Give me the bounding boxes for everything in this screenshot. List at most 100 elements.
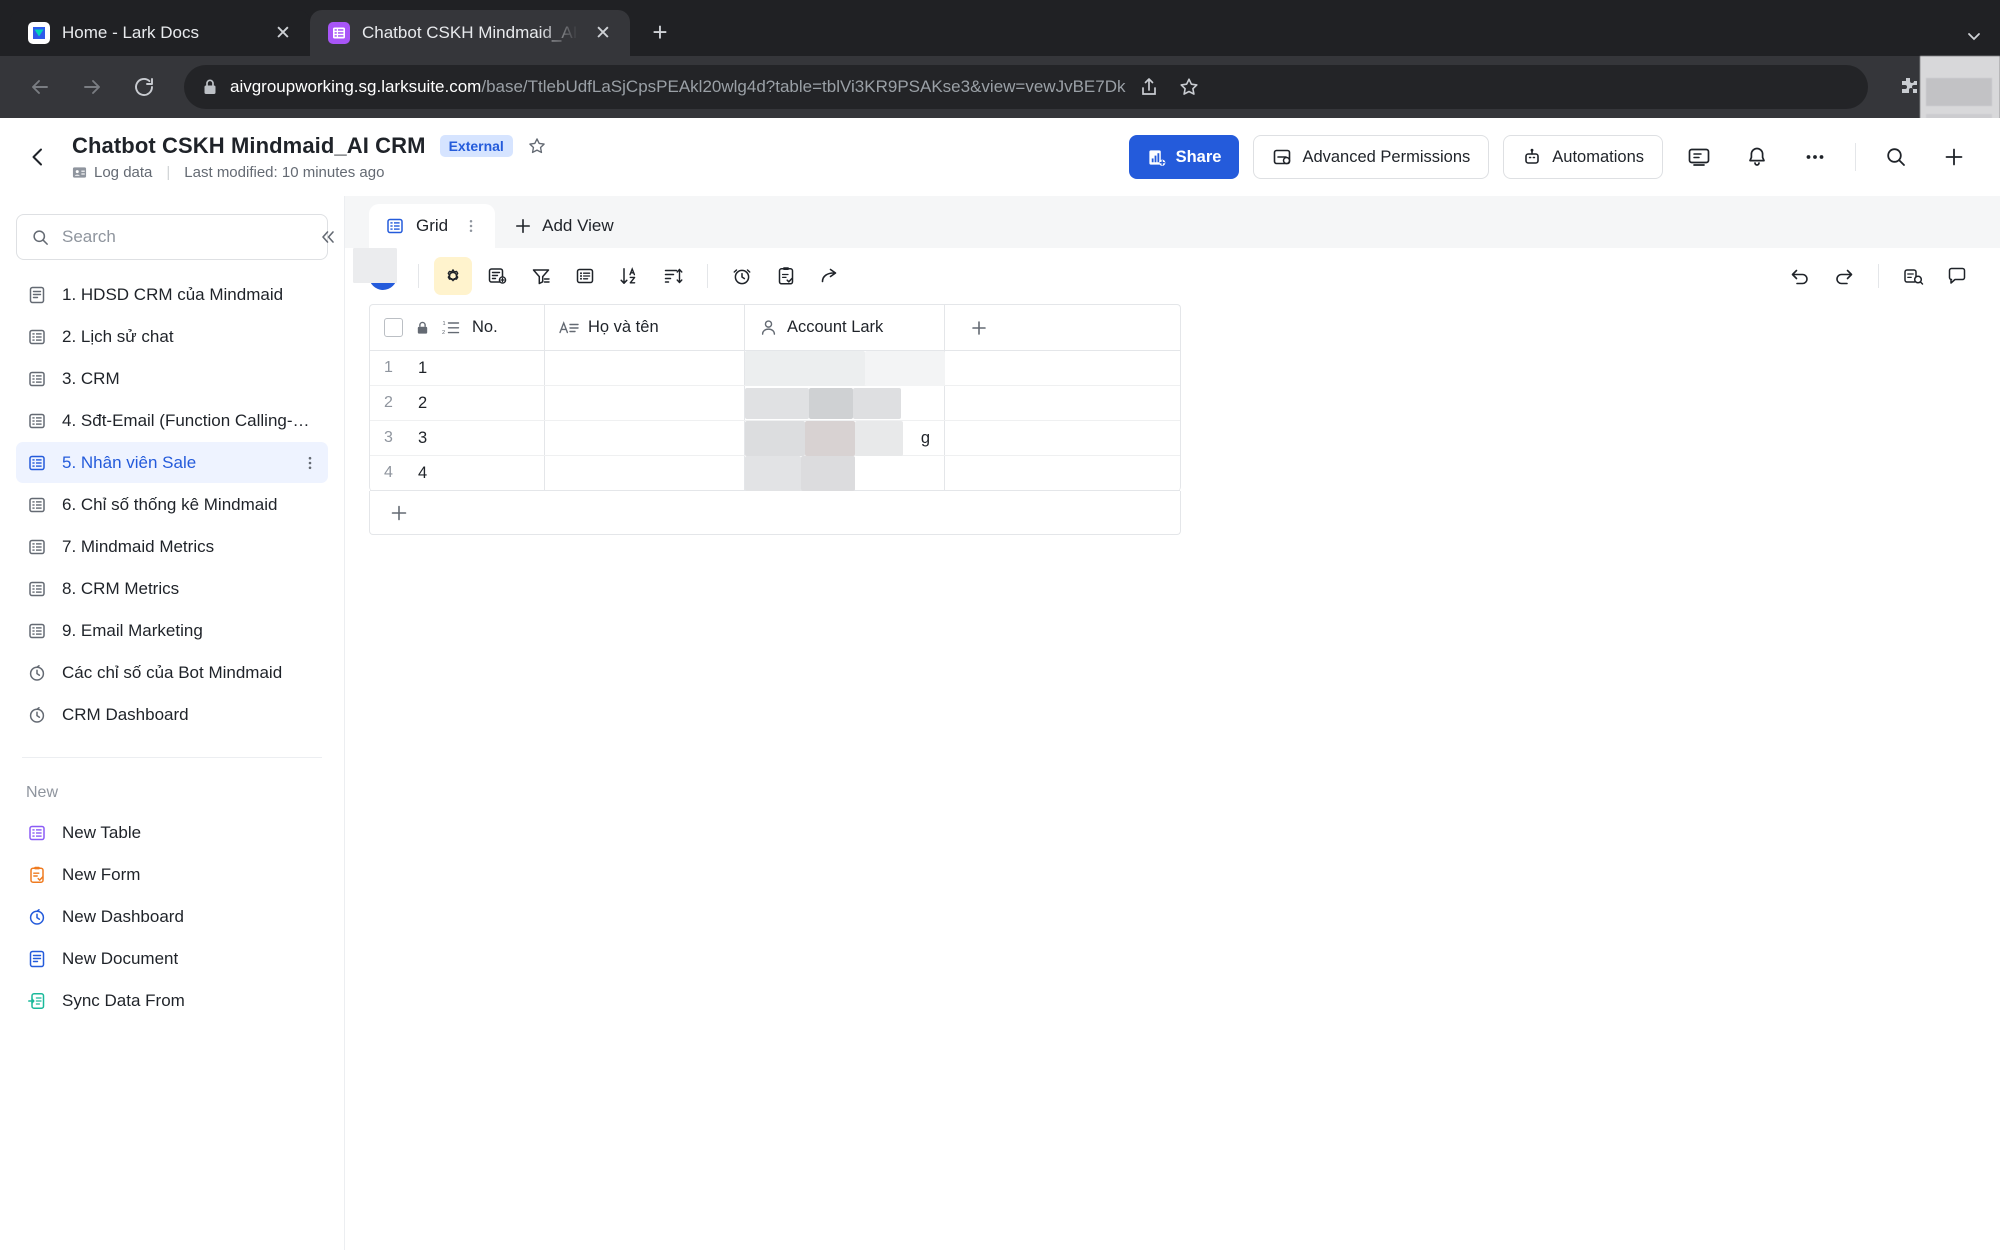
chevron-down-icon[interactable] (1964, 26, 1984, 46)
browser-tab-1-close-icon[interactable]: ✕ (270, 20, 296, 46)
tab-grid[interactable]: Grid (369, 204, 496, 248)
cell-account-lark[interactable] (745, 456, 945, 491)
sort-az-icon[interactable] (610, 257, 648, 295)
log-data-link[interactable]: Log data (72, 164, 152, 181)
row-index-cell[interactable]: 1 1 (370, 351, 545, 385)
select-all-checkbox[interactable] (384, 318, 403, 337)
reload-button[interactable] (122, 65, 166, 109)
sidebar-item-sdt-email[interactable]: 4. Sđt-Email (Function Calling-updati... (16, 400, 328, 441)
cell-ho-va-ten[interactable] (353, 248, 745, 490)
redo-icon[interactable] (1825, 257, 1863, 295)
row-height-icon[interactable] (566, 257, 604, 295)
form-clipboard-icon[interactable] (767, 257, 805, 295)
row-index-cell[interactable]: 4 4 (370, 456, 545, 490)
share-export-icon[interactable] (811, 257, 849, 295)
row-no-value: 4 (418, 463, 428, 482)
share-icon[interactable] (1138, 76, 1160, 98)
automations-button[interactable]: Automations (1503, 135, 1663, 179)
star-outline-icon[interactable] (527, 136, 547, 156)
filter-icon[interactable] (522, 257, 560, 295)
cell-ho-va-ten[interactable] (353, 248, 745, 455)
toolbar-separator (418, 264, 419, 288)
bookmark-star-icon[interactable] (1178, 76, 1200, 98)
cell-account-lark[interactable] (745, 386, 945, 420)
reminder-icon[interactable] (723, 257, 761, 295)
plus-icon[interactable] (1932, 135, 1976, 179)
sidebar-item-nhan-vien-sale[interactable]: 5. Nhân viên Sale (16, 442, 328, 483)
table-row[interactable]: 2 2 (353, 248, 1180, 421)
back-button[interactable] (18, 65, 62, 109)
sidebar-collapse-button[interactable] (311, 220, 345, 254)
advanced-permissions-button[interactable]: Advanced Permissions (1253, 135, 1490, 179)
browser-tab-2[interactable]: Chatbot CSKH Mindmaid_AI CRM ✕ (310, 10, 630, 56)
more-vertical-icon[interactable] (463, 218, 479, 234)
browser-tab-1-title: Home - Lark Docs (62, 23, 199, 42)
sidebar-item-email-marketing[interactable]: 9. Email Marketing (16, 610, 328, 651)
row-index-cell[interactable]: 2 2 (370, 386, 545, 420)
sidebar-item-more-icon[interactable] (302, 455, 318, 471)
column-header-no[interactable]: 12 No. (370, 305, 545, 350)
sidebar-item-label: 1. HDSD CRM của Mindmaid (62, 284, 284, 304)
address-bar[interactable]: aivgroupworking.sg.larksuite.com/base/Tt… (184, 65, 1868, 109)
sidebar-item-lich-su-chat[interactable]: 2. Lịch sử chat (16, 316, 328, 357)
undo-icon[interactable] (1781, 257, 1819, 295)
view-tabs: Grid Add View (345, 196, 2000, 248)
row-index-cell[interactable]: 3 3 (370, 421, 545, 455)
redacted-content (745, 421, 805, 456)
sort-rows-icon[interactable] (654, 257, 692, 295)
main-content: Grid Add View 1 2 No. Họ và tên Account … (345, 196, 2000, 1250)
sidebar-item-mindmaid-metrics[interactable]: 7. Mindmaid Metrics (16, 526, 328, 567)
cell-ho-va-ten[interactable] (353, 248, 745, 385)
sidebar-new-table[interactable]: New Table (16, 812, 328, 853)
omnibox-icons (1138, 76, 1200, 98)
sidebar-item-crm[interactable]: 3. CRM (16, 358, 328, 399)
sidebar-item-label: 9. Email Marketing (62, 620, 203, 640)
add-row-button[interactable] (369, 491, 1181, 535)
table-row[interactable]: 1 1 (353, 248, 1180, 386)
table-row[interactable]: 4 4 (353, 248, 1180, 491)
browser-tab-1[interactable]: Home - Lark Docs ✕ (10, 10, 310, 56)
sidebar-item-crm-metrics[interactable]: 8. CRM Metrics (16, 568, 328, 609)
cell-account-lark[interactable] (745, 351, 945, 386)
toolbar-separator-3 (1878, 264, 1879, 288)
sidebar-new-section-label: New (26, 784, 59, 801)
back-arrow-icon[interactable] (18, 137, 58, 177)
group-field-icon[interactable] (478, 257, 516, 295)
sidebar-sync-data-from[interactable]: Sync Data From (16, 980, 328, 1021)
add-view-button[interactable]: Add View (495, 204, 632, 248)
cell-account-lark[interactable]: g (745, 421, 945, 456)
table-row[interactable]: 3 3 g (353, 248, 1180, 456)
app-header: Chatbot CSKH Mindmaid_AI CRM External Lo… (0, 118, 2000, 196)
permissions-icon (1272, 147, 1292, 167)
search-input[interactable]: Search (16, 214, 328, 260)
search-icon[interactable] (1874, 135, 1918, 179)
sidebar-new-dashboard[interactable]: New Dashboard (16, 896, 328, 937)
new-tab-button[interactable]: + (640, 12, 680, 52)
sidebar-item-crm-dashboard[interactable]: CRM Dashboard (16, 694, 328, 735)
comment-icon[interactable] (1938, 257, 1976, 295)
share-button[interactable]: Share (1128, 135, 1240, 179)
sidebar-new-document[interactable]: New Document (16, 938, 328, 979)
new-form-icon (26, 864, 48, 886)
more-horizontal-icon[interactable] (1793, 135, 1837, 179)
grid-panel: 12 No. Họ và tên Account Lark 1 1 2 2 3 … (345, 248, 2000, 1250)
sidebar-new-form[interactable]: New Form (16, 854, 328, 895)
comment-screen-icon[interactable] (1677, 135, 1721, 179)
automations-label: Automations (1552, 147, 1644, 166)
sidebar-item-hdsd-crm[interactable]: 1. HDSD CRM của Mindmaid (16, 274, 328, 315)
forward-button[interactable] (70, 65, 114, 109)
cell-ho-va-ten[interactable] (353, 248, 745, 420)
log-data-icon (72, 165, 87, 180)
add-column-button[interactable] (945, 305, 1012, 350)
column-header-label: Account Lark (787, 318, 884, 336)
sidebar-item-chi-so-thong-ke[interactable]: 6. Chỉ số thống kê Mindmaid (16, 484, 328, 525)
find-icon[interactable] (1894, 257, 1932, 295)
column-header-ho-va-ten[interactable]: Họ và tên (545, 305, 745, 350)
browser-tab-2-close-icon[interactable]: ✕ (590, 20, 616, 46)
field-settings-icon[interactable] (434, 257, 472, 295)
column-header-account-lark[interactable]: Account Lark (745, 305, 945, 350)
bell-icon[interactable] (1735, 135, 1779, 179)
share-button-label: Share (1175, 147, 1222, 166)
sidebar-item-cac-chi-so-bot[interactable]: Các chỉ số của Bot Mindmaid (16, 652, 328, 693)
new-document-icon (26, 948, 48, 970)
